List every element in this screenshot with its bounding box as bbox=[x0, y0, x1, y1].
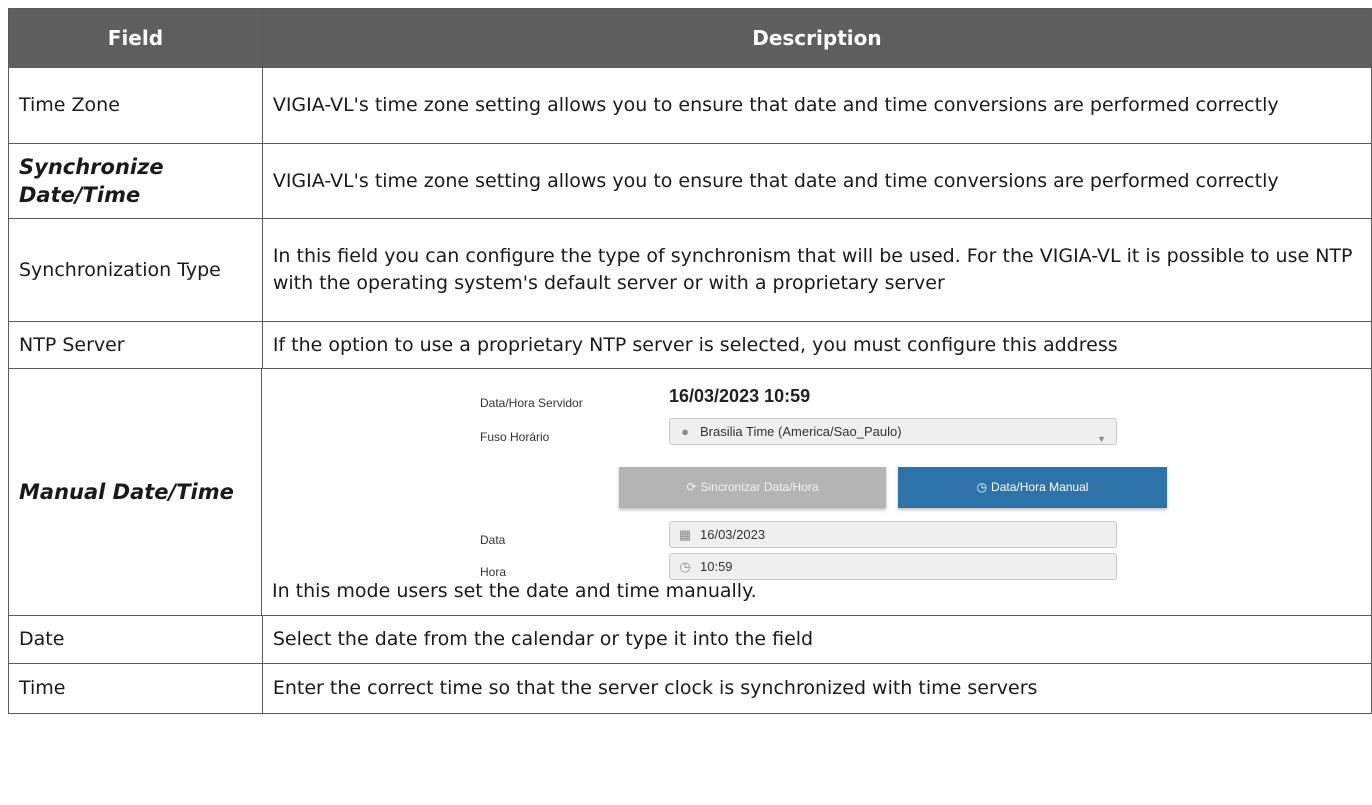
sync-button-label: Sincronizar Data/Hora bbox=[700, 480, 819, 494]
timezone-value: Brasilia Time (America/Sao_Paulo) bbox=[700, 424, 902, 439]
clock-icon: ◷ bbox=[976, 480, 988, 494]
field-cell: NTP Server bbox=[9, 322, 263, 368]
manual-button-label: Data/Hora Manual bbox=[991, 480, 1089, 494]
field-cell: Manual Date/Time bbox=[9, 369, 262, 615]
server-datetime-label: Data/Hora Servidor bbox=[480, 396, 583, 410]
description-cell: VIGIA-VL's time zone setting allows you … bbox=[263, 68, 1372, 143]
table-row: Time Zone VIGIA-VL's time zone setting a… bbox=[8, 68, 1372, 144]
header-field: Field bbox=[9, 9, 263, 67]
calendar-icon: ▦ bbox=[678, 527, 692, 542]
description-cell: In this field you can configure the type… bbox=[263, 219, 1372, 321]
description-cell: Select the date from the calendar or typ… bbox=[263, 616, 1372, 663]
timezone-label: Fuso Horário bbox=[480, 430, 550, 444]
description-cell: VIGIA-VL's time zone setting allows you … bbox=[263, 144, 1372, 218]
table-row: NTP Server If the option to use a propri… bbox=[8, 322, 1372, 369]
header-description: Description bbox=[263, 9, 1372, 67]
table-row: Synchronization Type In this field you c… bbox=[8, 219, 1372, 322]
chevron-down-icon: ▼ bbox=[1097, 434, 1106, 444]
table-row: Manual Date/Time Data/Hora Servidor 16/0… bbox=[8, 369, 1372, 616]
time-label: Hora bbox=[480, 565, 507, 579]
refresh-icon: ⟳ bbox=[686, 480, 697, 494]
table-row: Synchronize Date/Time VIGIA-VL's time zo… bbox=[8, 144, 1372, 219]
sync-datetime-button[interactable]: ⟳ Sincronizar Data/Hora bbox=[619, 467, 886, 508]
field-cell: Synchronization Type bbox=[9, 219, 263, 321]
field-cell: Synchronize Date/Time bbox=[9, 144, 263, 218]
manual-mode-note: In this mode users set the date and time… bbox=[272, 580, 757, 602]
manual-datetime-button[interactable]: ◷ Data/Hora Manual bbox=[898, 467, 1167, 508]
time-input[interactable]: ◷ 10:59 bbox=[669, 553, 1117, 580]
field-cell: Time Zone bbox=[9, 68, 263, 143]
server-datetime-value: 16/03/2023 10:59 bbox=[669, 386, 811, 406]
time-value: 10:59 bbox=[700, 559, 733, 574]
description-cell: If the option to use a proprietary NTP s… bbox=[263, 322, 1372, 368]
timezone-select[interactable]: ● Brasilia Time (America/Sao_Paulo) ▼ bbox=[669, 418, 1117, 445]
field-description-table: Field Description Time Zone VIGIA-VL's t… bbox=[8, 8, 1372, 714]
table-row: Time Enter the correct time so that the … bbox=[8, 664, 1372, 714]
table-row: Date Select the date from the calendar o… bbox=[8, 616, 1372, 664]
clock-icon: ◷ bbox=[679, 559, 691, 574]
manual-datetime-screenshot: Data/Hora Servidor 16/03/2023 10:59 Fuso… bbox=[272, 383, 1372, 580]
date-value: 16/03/2023 bbox=[700, 527, 766, 542]
date-label: Data bbox=[480, 533, 506, 547]
field-cell: Date bbox=[9, 616, 263, 663]
description-cell: Enter the correct time so that the serve… bbox=[263, 664, 1372, 713]
date-input[interactable]: ▦ 16/03/2023 bbox=[669, 521, 1117, 548]
globe-icon: ● bbox=[681, 424, 689, 439]
table-header-row: Field Description bbox=[8, 8, 1372, 68]
field-cell: Time bbox=[9, 664, 263, 713]
description-cell: Data/Hora Servidor 16/03/2023 10:59 Fuso… bbox=[262, 369, 1372, 615]
